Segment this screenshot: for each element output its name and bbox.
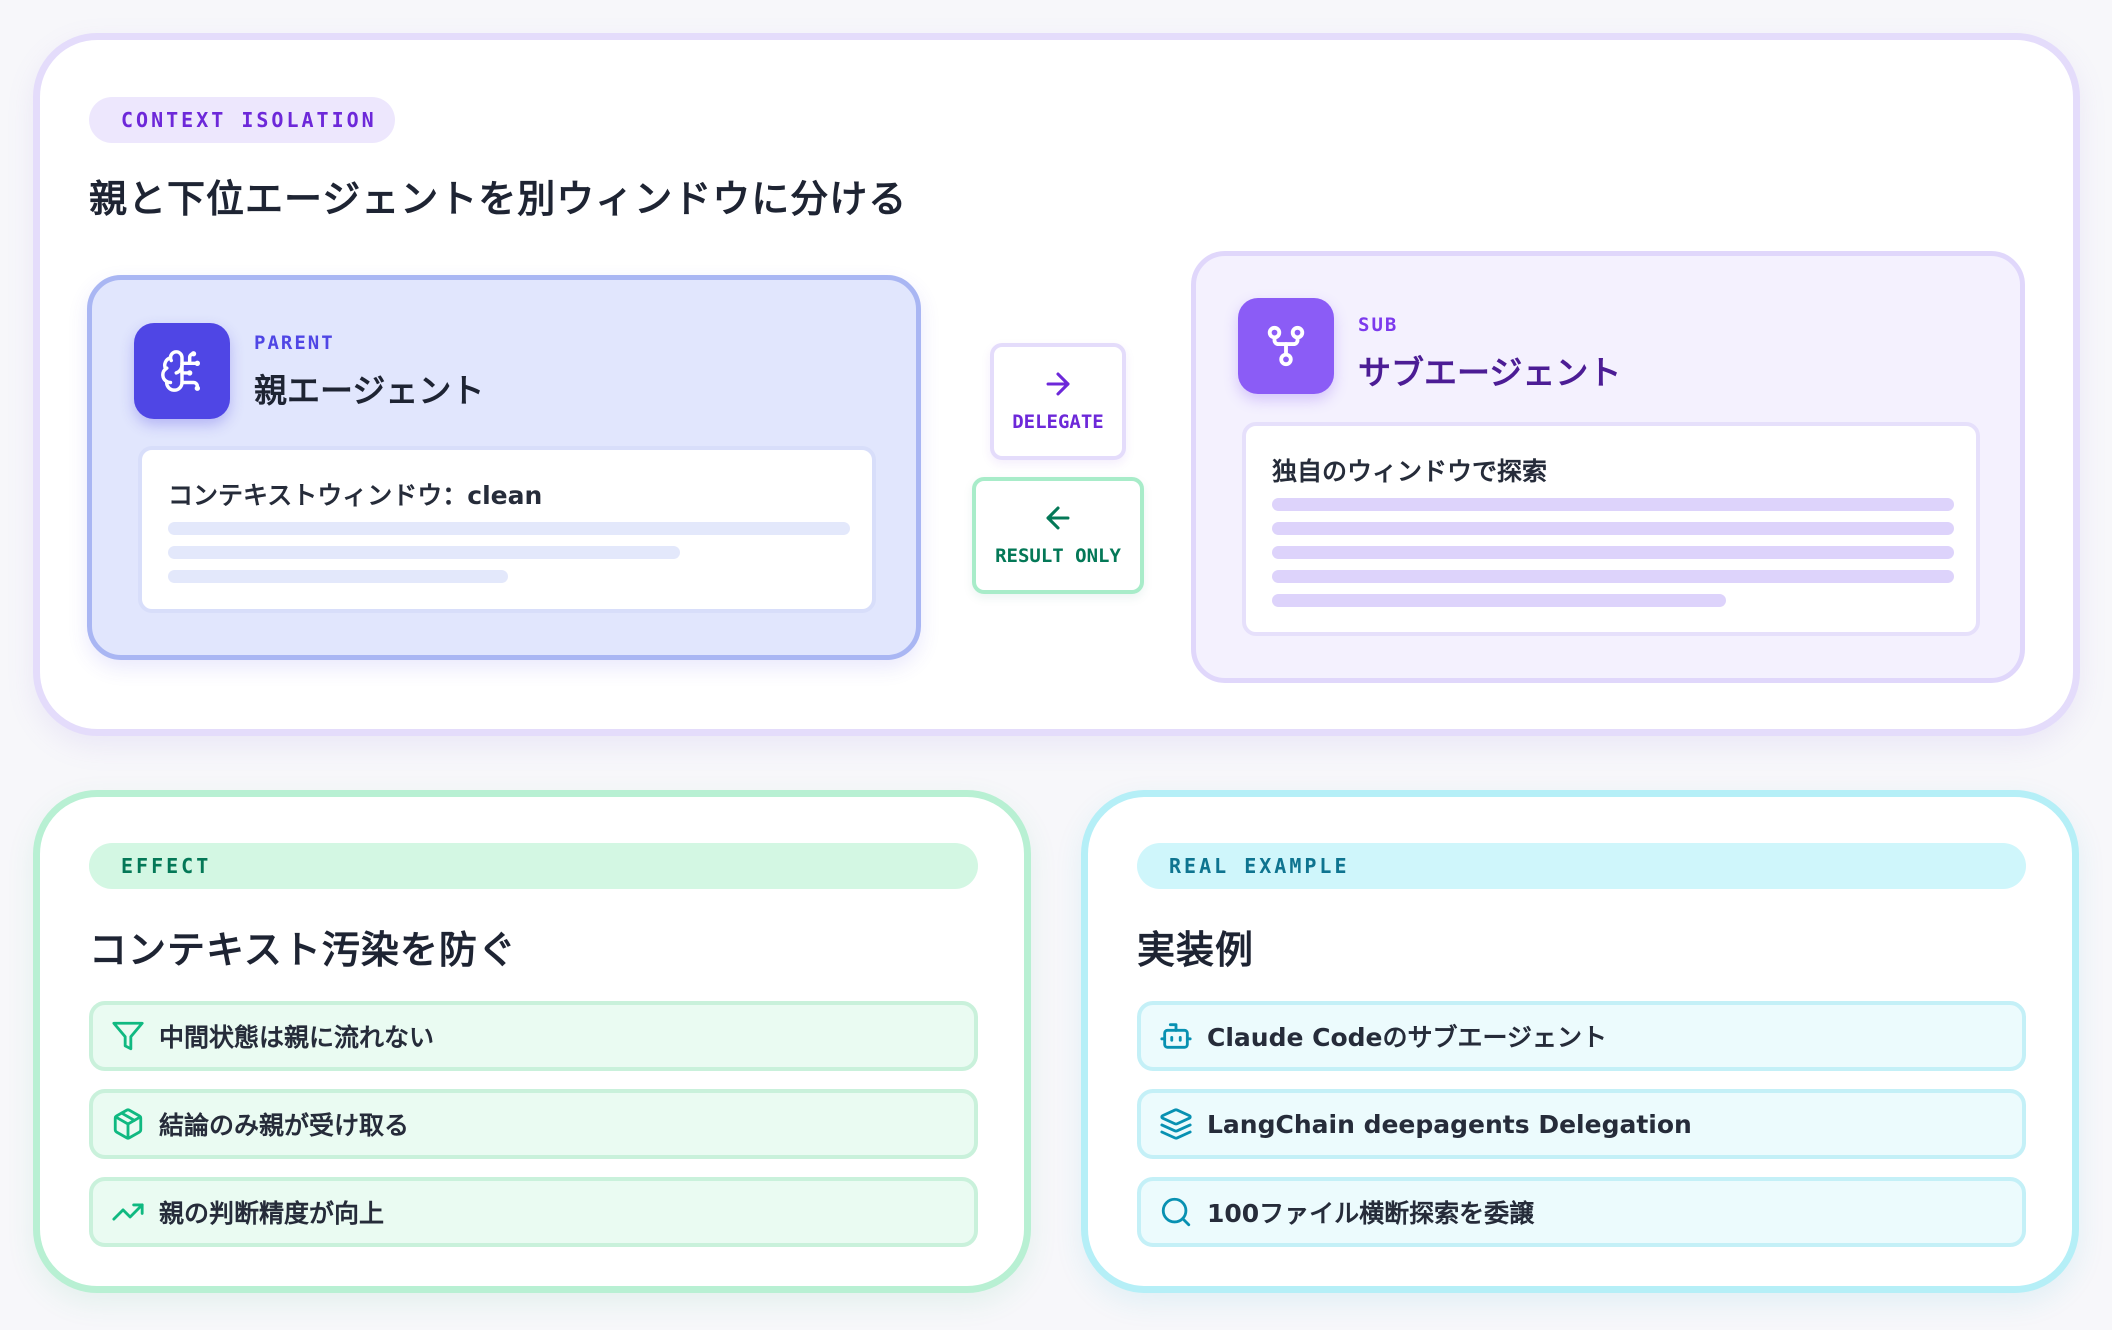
real-example-card: REAL EXAMPLE 実装例 Claude Codeのサブエージェント La…: [1081, 790, 2079, 1293]
content-bar: [1272, 546, 1954, 559]
content-bar: [168, 546, 680, 559]
example-title: 実装例: [1137, 928, 1255, 972]
delegate-label: DELEGATE: [1012, 411, 1104, 433]
effect-title: コンテキスト汚染を防ぐ: [89, 928, 517, 972]
effect-badge: EFFECT: [89, 843, 978, 889]
result-only-label: RESULT ONLY: [995, 545, 1121, 567]
arrow-left-icon: [1046, 506, 1070, 530]
example-item: Claude Codeのサブエージェント: [1137, 1001, 2026, 1071]
sub-role-label: SUB: [1358, 314, 1399, 336]
sub-agent-name: サブエージェント: [1358, 353, 1622, 392]
git-branch-icon: [1238, 298, 1334, 394]
sub-context-window: 独自のウィンドウで探索: [1242, 422, 1980, 636]
example-item: 100ファイル横断探索を委譲: [1137, 1177, 2026, 1247]
effect-card: EFFECT コンテキスト汚染を防ぐ 中間状態は親に流れない 結論のみ親が受け取…: [33, 790, 1031, 1293]
content-bar: [1272, 594, 1726, 607]
sub-window-label: 独自のウィンドウで探索: [1272, 457, 1548, 486]
parent-context-window: コンテキストウィンドウ：clean: [138, 446, 876, 613]
effect-item: 中間状態は親に流れない: [89, 1001, 978, 1071]
example-item-label: 100ファイル横断探索を委譲: [1207, 1199, 1535, 1228]
result-only-arrow: RESULT ONLY: [972, 477, 1144, 594]
section-title: 親と下位エージェントを別ウィンドウに分ける: [89, 177, 908, 221]
context-isolation-badge: CONTEXT ISOLATION: [89, 97, 395, 143]
package-icon: [113, 1108, 143, 1140]
search-icon: [1161, 1197, 1191, 1227]
content-bar: [1272, 522, 1954, 535]
example-item-label: LangChain deepagents Delegation: [1207, 1109, 1692, 1139]
parent-agent-name: 親エージェント: [254, 371, 485, 410]
sub-agent-panel: SUB サブエージェント 独自のウィンドウで探索: [1191, 251, 2025, 683]
effect-item-label: 親の判断精度が向上: [159, 1199, 385, 1228]
layers-icon: [1160, 1108, 1192, 1140]
parent-role-label: PARENT: [254, 332, 335, 354]
trending-up-icon: [112, 1203, 144, 1221]
delegate-arrow: DELEGATE: [990, 343, 1126, 460]
example-item-label: Claude Codeのサブエージェント: [1207, 1023, 1608, 1052]
context-isolation-card: CONTEXT ISOLATION 親と下位エージェントを別ウィンドウに分ける …: [33, 33, 2080, 736]
content-bar: [1272, 570, 1954, 583]
arrow-right-icon: [1046, 372, 1070, 396]
bot-icon: [1160, 1023, 1192, 1049]
content-bar: [1272, 498, 1954, 511]
real-example-badge: REAL EXAMPLE: [1137, 843, 2026, 889]
parent-window-label: コンテキストウィンドウ：clean: [168, 481, 543, 510]
effect-item-label: 中間状態は親に流れない: [159, 1023, 435, 1052]
effect-item-label: 結論のみ親が受け取る: [159, 1111, 410, 1140]
effect-item: 親の判断精度が向上: [89, 1177, 978, 1247]
content-bar: [168, 522, 850, 535]
parent-agent-panel: PARENT 親エージェント コンテキストウィンドウ：clean: [87, 275, 921, 660]
brain-icon: [134, 323, 230, 419]
filter-icon: [112, 1021, 144, 1051]
effect-item: 結論のみ親が受け取る: [89, 1089, 978, 1159]
example-item: LangChain deepagents Delegation: [1137, 1089, 2026, 1159]
content-bar: [168, 570, 508, 583]
